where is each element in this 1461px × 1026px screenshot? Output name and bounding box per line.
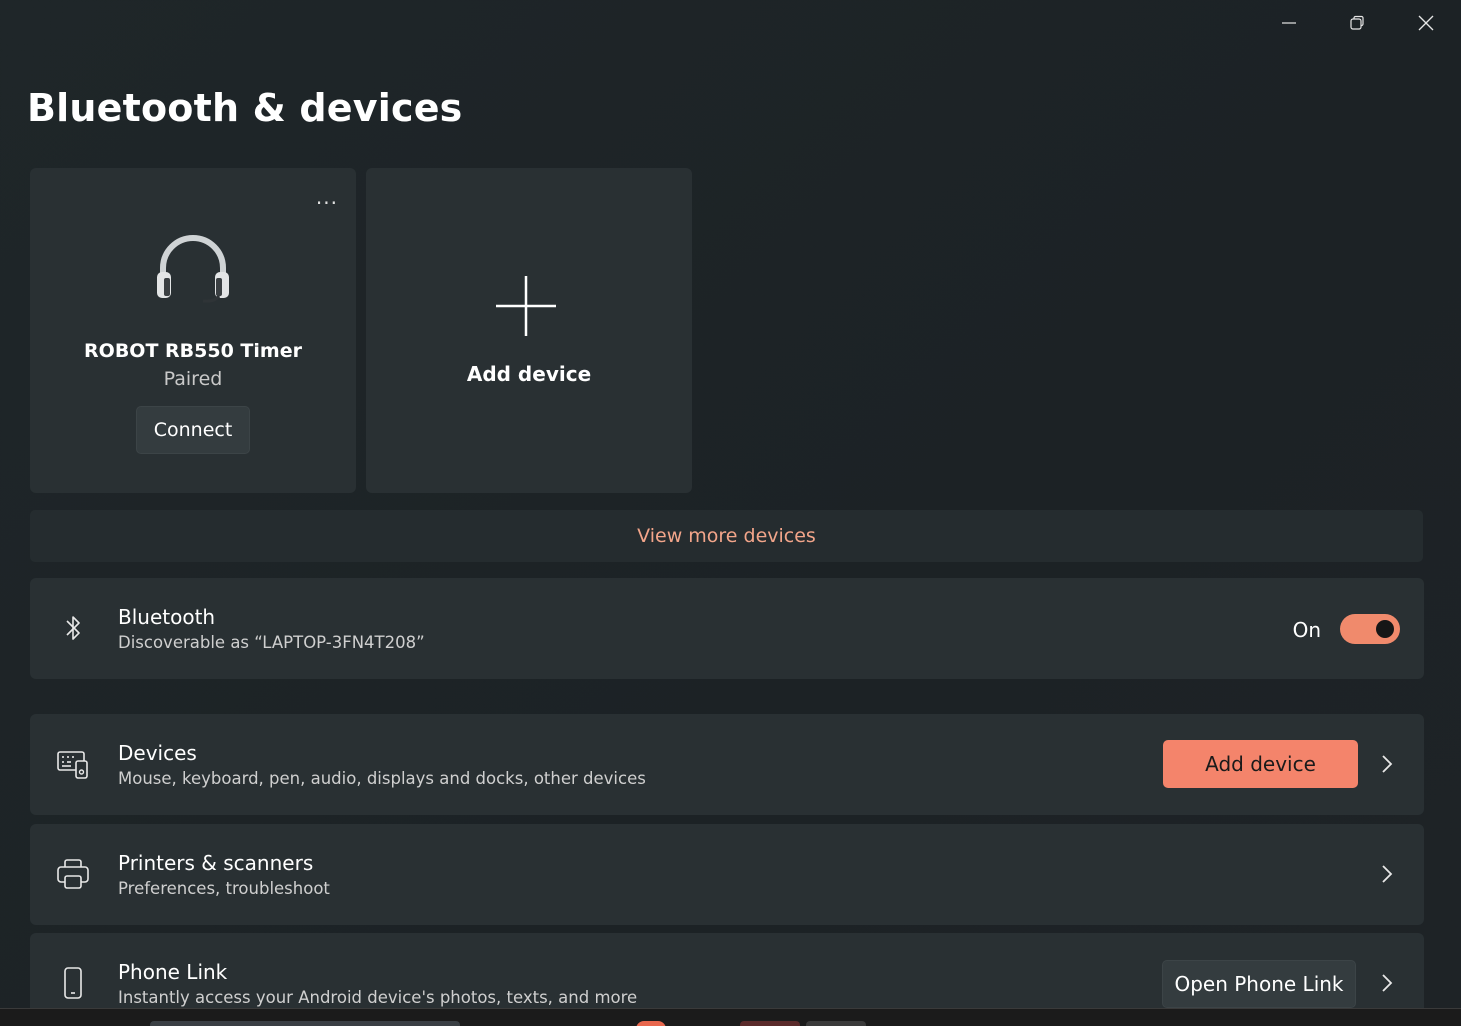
phone-link-title: Phone Link [118,960,228,984]
restore-button[interactable] [1327,0,1387,46]
phone-icon [64,967,82,999]
taskbar-app-icon[interactable] [740,1021,800,1026]
add-device-label: Add device [466,362,592,386]
paired-device-card[interactable]: ... ROBOT RB550 Timer Paired Connect [30,168,356,493]
bluetooth-row: Bluetooth Discoverable as “LAPTOP-3FN4T2… [30,578,1424,679]
close-icon [1418,15,1434,31]
printer-icon [57,859,89,889]
toggle-knob [1376,620,1394,638]
view-more-devices-link[interactable]: View more devices [30,510,1423,562]
connect-button[interactable]: Connect [136,406,250,454]
close-button[interactable] [1396,0,1456,46]
bluetooth-state-label: On [1292,618,1321,642]
bluetooth-toggle[interactable] [1340,614,1400,644]
printers-subtitle: Preferences, troubleshoot [118,879,330,898]
plus-icon [496,276,556,336]
restore-icon [1350,15,1364,30]
add-device-button[interactable]: Add device [1163,740,1358,788]
devices-subtitle: Mouse, keyboard, pen, audio, displays an… [118,769,646,788]
headset-icon [157,235,229,303]
printers-scanners-row[interactable]: Printers & scanners Preferences, trouble… [30,824,1424,925]
printers-title: Printers & scanners [118,851,314,875]
taskbar [0,1008,1461,1026]
more-options-button[interactable]: ... [316,187,338,207]
devices-row[interactable]: Devices Mouse, keyboard, pen, audio, dis… [30,714,1424,815]
taskbar-app-icon[interactable] [636,1021,666,1026]
taskbar-search[interactable] [150,1021,460,1026]
device-name: ROBOT RB550 Timer [84,340,302,362]
minimize-button[interactable] [1259,0,1319,46]
chevron-right-icon [1382,755,1393,773]
bluetooth-title: Bluetooth [118,605,216,629]
phone-link-subtitle: Instantly access your Android device's p… [118,988,638,1007]
taskbar-app-icon[interactable] [806,1021,866,1026]
page-title: Bluetooth & devices [27,86,463,130]
chevron-right-icon [1382,865,1393,883]
minimize-icon [1282,22,1296,24]
devices-icon [57,751,88,779]
device-status: Paired [163,368,223,390]
devices-title: Devices [118,741,197,765]
add-device-card[interactable]: Add device [366,168,692,493]
bluetooth-subtitle: Discoverable as “LAPTOP-3FN4T208” [118,633,425,652]
bluetooth-icon [66,616,80,640]
chevron-right-icon [1382,974,1393,992]
open-phone-link-button[interactable]: Open Phone Link [1162,960,1356,1008]
